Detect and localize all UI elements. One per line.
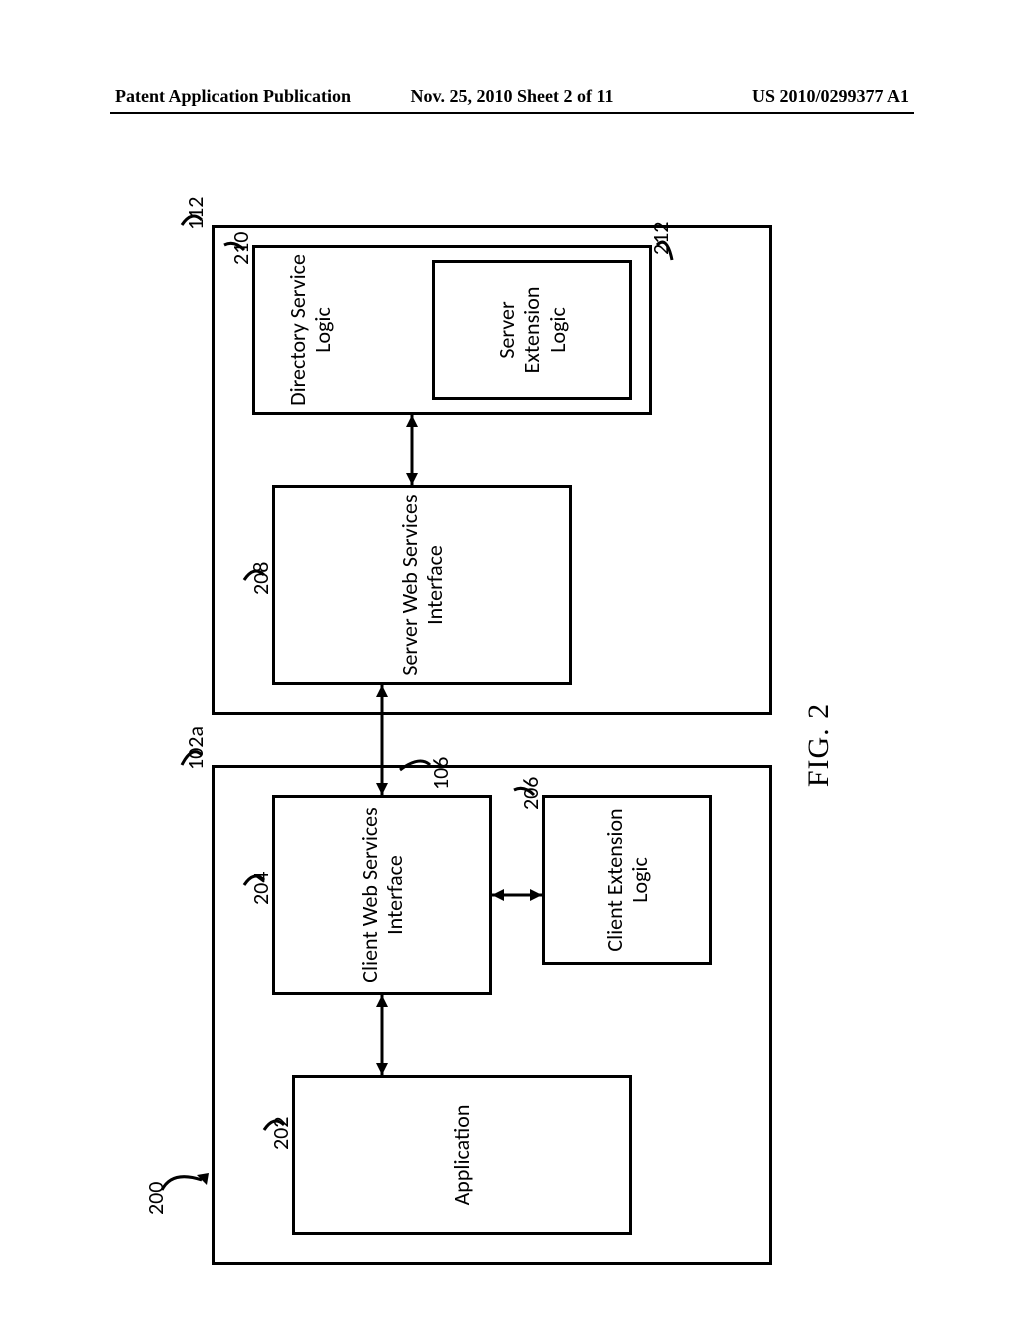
figure-canvas: Application Client Web Services Interfac… (152, 215, 872, 1275)
header-center: Nov. 25, 2010 Sheet 2 of 11 (410, 86, 613, 107)
page: Patent Application Publication Nov. 25, … (0, 0, 1024, 1320)
header-rule (110, 112, 914, 114)
arrows-layer (152, 215, 872, 1275)
header-right: US 2010/0299377 A1 (752, 86, 909, 107)
header-left: Patent Application Publication (115, 86, 351, 107)
figure-2: Application Client Web Services Interfac… (152, 215, 872, 1275)
